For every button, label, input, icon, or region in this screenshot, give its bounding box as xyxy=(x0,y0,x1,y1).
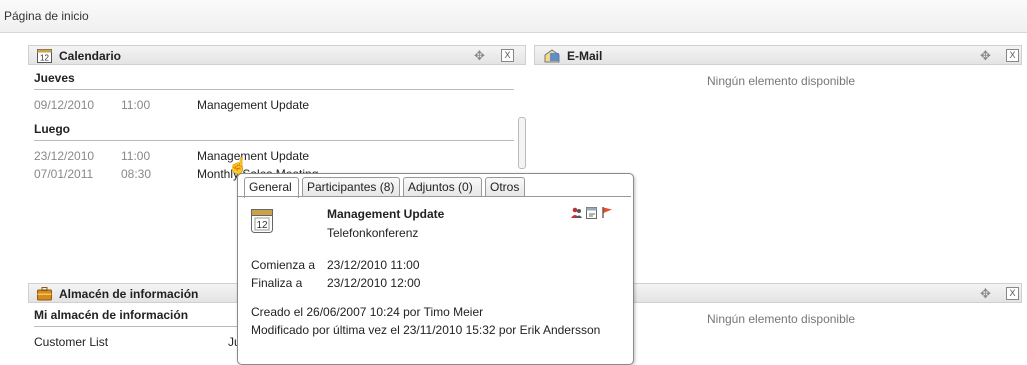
move-icon[interactable]: ✥ xyxy=(979,49,992,62)
tab-participantes[interactable]: Participantes (8) xyxy=(302,177,400,196)
participants-icon[interactable] xyxy=(571,207,583,219)
modified-info: Modificado por última vez el 23/11/2010 … xyxy=(251,323,601,337)
appointment-icon: 12 xyxy=(251,209,273,233)
storage-item-name[interactable]: Customer List xyxy=(34,335,108,349)
move-icon[interactable]: ✥ xyxy=(979,287,992,300)
event-time: 11:00 xyxy=(121,149,151,163)
event-subject[interactable]: Management Update xyxy=(197,149,309,163)
email-title: E-Mail xyxy=(567,49,603,63)
event-date: 07/01/2011 xyxy=(34,167,94,181)
move-icon[interactable]: ✥ xyxy=(473,49,486,62)
start-value: 23/12/2010 11:00 xyxy=(327,258,420,272)
tab-otros[interactable]: Otros xyxy=(485,177,525,196)
popup-title: Management Update xyxy=(327,207,445,221)
event-date: 23/12/2010 xyxy=(34,149,95,163)
page-title: Página de inicio xyxy=(4,9,89,23)
page-header: Página de inicio xyxy=(0,0,1027,33)
section-luego: Luego xyxy=(34,122,70,136)
calendar-panel-header[interactable]: 12 Calendario ✥ X xyxy=(28,45,526,65)
section-storage: Mi almacén de información xyxy=(34,308,189,322)
calendar-icon: 12 xyxy=(37,49,52,63)
start-label: Comienza a xyxy=(251,258,316,272)
popup-location: Telefonkonferenz xyxy=(327,226,419,240)
event-time: 11:00 xyxy=(121,98,151,112)
briefcase-icon xyxy=(37,287,52,301)
email-icon xyxy=(544,49,560,63)
storage-title: Almacén de información xyxy=(59,287,199,301)
event-time: 08:30 xyxy=(121,167,152,181)
calendar-title: Calendario xyxy=(59,49,122,63)
divider xyxy=(34,140,514,141)
tab-general[interactable]: General xyxy=(244,177,299,198)
tab-divider xyxy=(238,196,631,197)
scrollbar[interactable] xyxy=(518,117,526,169)
email-panel-header[interactable]: E-Mail ✥ X xyxy=(534,45,1022,65)
created-info: Creado el 26/06/2007 10:24 por Timo Meie… xyxy=(251,305,484,319)
flag-icon[interactable] xyxy=(602,206,613,219)
section-jueves: Jueves xyxy=(34,71,75,85)
calendar-edit-icon[interactable] xyxy=(586,206,598,219)
svg-text:12: 12 xyxy=(256,220,268,231)
end-value: 23/12/2010 12:00 xyxy=(327,276,421,290)
close-icon[interactable]: X xyxy=(501,49,514,62)
divider xyxy=(34,89,514,90)
close-icon[interactable]: X xyxy=(1006,49,1019,62)
empty-message: Ningún elemento disponible xyxy=(707,312,856,326)
svg-text:12: 12 xyxy=(40,54,49,63)
event-subject[interactable]: Management Update xyxy=(197,98,309,112)
end-label: Finaliza a xyxy=(251,276,303,290)
empty-message: Ningún elemento disponible xyxy=(707,74,856,88)
close-icon[interactable]: X xyxy=(1006,287,1019,300)
tab-adjuntos[interactable]: Adjuntos (0) xyxy=(403,177,482,196)
event-popup: General Participantes (8) Adjuntos (0) O… xyxy=(237,173,634,365)
event-date: 09/12/2010 xyxy=(34,98,95,112)
